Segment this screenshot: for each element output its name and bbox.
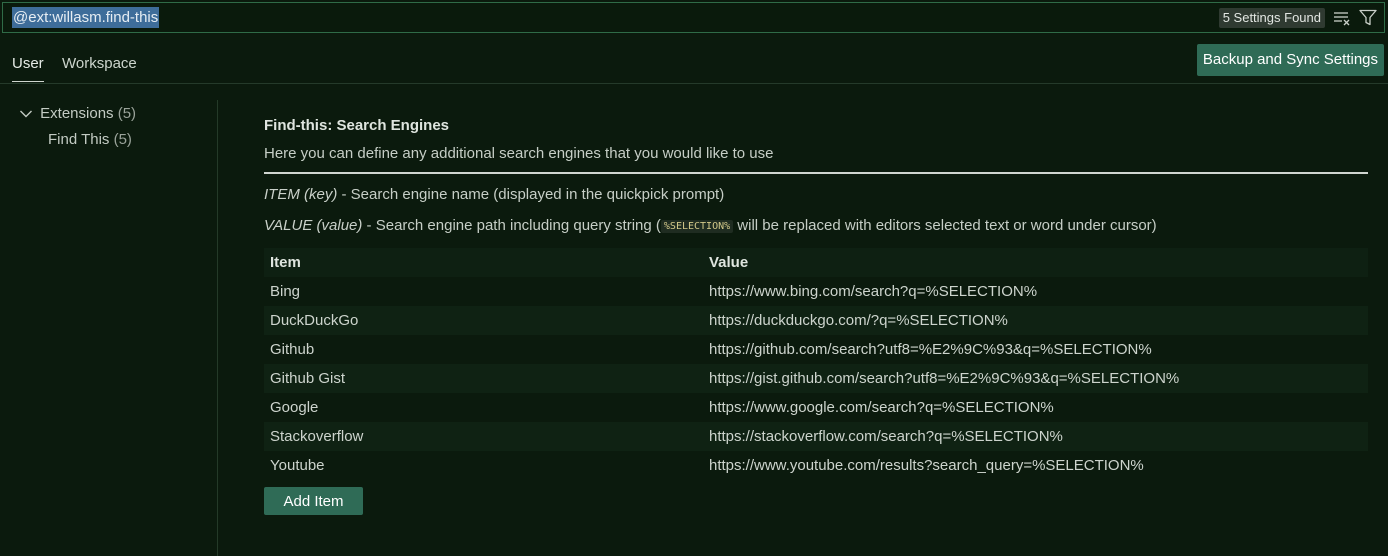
selection-code: %SELECTION%: [660, 220, 734, 233]
column-header-value: Value: [709, 254, 749, 271]
clear-filter-icon[interactable]: [1333, 9, 1351, 27]
row-item: Bing: [270, 283, 301, 300]
tree-item-label: Find This: [48, 131, 110, 148]
row-item: Github: [270, 341, 315, 358]
filter-icon[interactable]: [1359, 9, 1377, 27]
value-text-after: will be replaced with editors selected t…: [733, 217, 1157, 234]
tree-item-count: (5): [113, 131, 132, 148]
row-item: Github Gist: [270, 370, 346, 387]
item-key-description: ITEM (key) - Search engine name (display…: [264, 185, 1368, 205]
setting-item: Find-this: Search Engines Here you can d…: [264, 112, 1368, 515]
table-row[interactable]: Youtube https://www.youtube.com/results?…: [264, 451, 1368, 480]
column-header-item: Item: [270, 254, 301, 271]
row-value: https://duckduckgo.com/?q=%SELECTION%: [709, 312, 1008, 329]
row-value: https://stackoverflow.com/search?q=%SELE…: [709, 428, 1063, 445]
table-header-row: Item Value: [264, 248, 1368, 277]
tree-item-count: (5): [117, 105, 137, 122]
item-key-label: ITEM (key): [264, 186, 338, 203]
settings-search-bar[interactable]: @ext:willasm.find-this 5 Settings Found: [2, 2, 1385, 33]
row-value: https://www.youtube.com/results?search_q…: [709, 457, 1144, 474]
table-row[interactable]: Github https://github.com/search?utf8=%E…: [264, 335, 1368, 364]
table-row[interactable]: Stackoverflow https://stackoverflow.com/…: [264, 422, 1368, 451]
row-value: https://www.bing.com/search?q=%SELECTION…: [709, 283, 1038, 300]
setting-title: Find-this: Search Engines: [264, 117, 450, 134]
settings-scope-tabs: User Workspace Backup and Sync Settings: [0, 38, 1388, 84]
settings-count-badge: 5 Settings Found: [1218, 7, 1325, 28]
value-text-before: - Search engine path including query str…: [362, 217, 661, 234]
table-row[interactable]: Google https://www.google.com/search?q=%…: [264, 393, 1368, 422]
tree-item-extensions[interactable]: Extensions (5): [19, 105, 136, 123]
row-value: https://github.com/search?utf8=%E2%9C%93…: [709, 341, 1152, 358]
table-row[interactable]: Bing https://www.bing.com/search?q=%SELE…: [264, 277, 1368, 306]
search-engines-table: Item Value Bing https://www.bing.com/sea…: [264, 248, 1368, 480]
tree-item-label: Extensions: [40, 105, 114, 122]
table-row[interactable]: DuckDuckGo https://duckduckgo.com/?q=%SE…: [264, 306, 1368, 335]
item-key-text: - Search engine name (displayed in the q…: [337, 186, 725, 203]
setting-description: Here you can define any additional searc…: [264, 140, 1368, 174]
tab-user[interactable]: User: [12, 49, 44, 82]
table-row[interactable]: Github Gist https://gist.github.com/sear…: [264, 364, 1368, 393]
backup-and-sync-button[interactable]: Backup and Sync Settings: [1196, 44, 1384, 76]
value-description: VALUE (value) - Search engine path inclu…: [264, 216, 1368, 237]
row-item: Youtube: [270, 457, 325, 474]
row-value: https://gist.github.com/search?utf8=%E2%…: [709, 370, 1180, 387]
tab-workspace[interactable]: Workspace: [62, 49, 137, 81]
add-item-button[interactable]: Add Item: [264, 487, 363, 515]
chevron-down-icon: [19, 106, 33, 123]
row-item: DuckDuckGo: [270, 312, 359, 329]
value-label: VALUE (value): [264, 217, 363, 234]
search-input[interactable]: @ext:willasm.find-this: [12, 7, 160, 28]
row-value: https://www.google.com/search?q=%SELECTI…: [709, 399, 1054, 416]
row-item: Google: [270, 399, 319, 416]
settings-toc-sidebar: Extensions (5) Find This (5): [0, 100, 218, 556]
row-item: Stackoverflow: [270, 428, 364, 445]
search-actions: 5 Settings Found: [1218, 7, 1377, 28]
tree-item-find-this[interactable]: Find This (5): [48, 131, 132, 148]
